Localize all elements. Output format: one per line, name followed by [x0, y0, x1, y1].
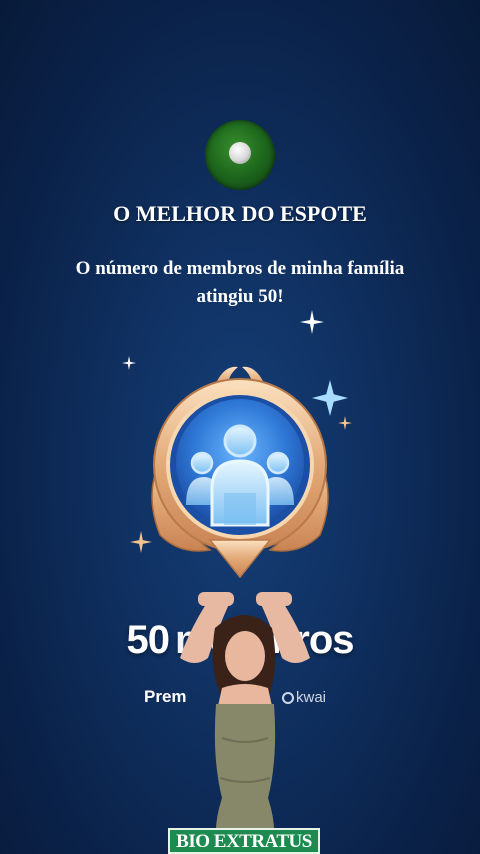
family-title: O MELHOR DO ESPOTE	[113, 201, 367, 226]
family-members-badge-icon	[151, 366, 329, 579]
avatar-soccer-icon[interactable]	[205, 120, 275, 190]
bio-extratus-sticker: BIO EXTRATUS	[168, 828, 320, 854]
soccer-ball-icon	[229, 142, 251, 164]
dancer-sticker	[180, 592, 310, 854]
sparkle-icon	[300, 310, 324, 334]
milestone-message: O número de membros de minha família ati…	[75, 258, 405, 307]
